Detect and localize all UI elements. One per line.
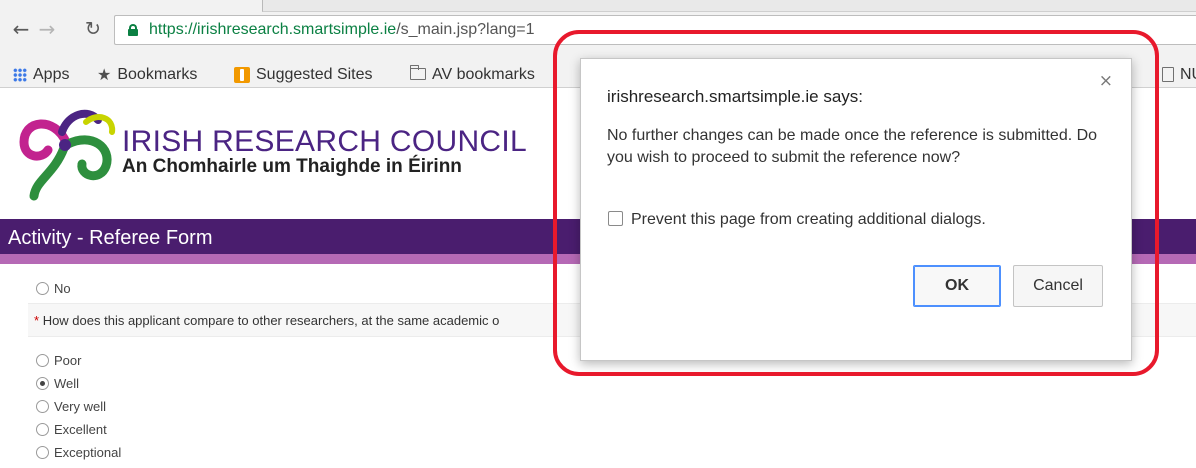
radio-button[interactable] xyxy=(36,423,49,436)
bookmark-apps[interactable]: Apps xyxy=(13,65,69,85)
radio-option-well[interactable]: Well xyxy=(36,375,79,393)
apps-grid-icon xyxy=(13,67,27,82)
radio-option-very-well[interactable]: Very well xyxy=(36,398,106,416)
back-arrow-icon[interactable]: ← xyxy=(10,18,32,40)
confirm-dialog: irishresearch.smartsimple.ie says: × No … xyxy=(580,58,1132,361)
radio-option-no[interactable]: No xyxy=(36,280,71,298)
radio-option-excellent[interactable]: Excellent xyxy=(36,421,107,439)
page-icon xyxy=(1162,67,1174,83)
org-name: IRISH RESEARCH COUNCIL xyxy=(122,125,527,158)
dialog-message: No further changes can be made once the … xyxy=(607,127,1098,166)
radio-button[interactable] xyxy=(36,354,49,367)
tab-strip xyxy=(0,0,1196,12)
radio-button[interactable] xyxy=(36,282,49,295)
bookmark-nu[interactable]: NU xyxy=(1162,65,1196,85)
ok-button[interactable]: OK xyxy=(913,265,1001,307)
url-text: https://irishresearch.smartsimple.ie/s_m… xyxy=(149,21,535,38)
prevent-dialogs-label: Prevent this page from creating addition… xyxy=(631,211,986,228)
irc-logo xyxy=(14,102,124,206)
close-icon[interactable]: × xyxy=(1099,71,1113,91)
address-bar[interactable]: https://irishresearch.smartsimple.ie/s_m… xyxy=(114,15,1196,45)
suggested-sites-icon xyxy=(234,66,250,83)
lock-icon xyxy=(128,24,138,36)
question-label: * How does this applicant compare to oth… xyxy=(34,313,500,328)
star-icon: ★ xyxy=(97,65,112,84)
bookmark-bookmarks[interactable]: ★ Bookmarks xyxy=(97,65,197,85)
bookmark-suggested-sites[interactable]: Suggested Sites xyxy=(234,65,373,85)
irc-logo-icon xyxy=(19,109,116,201)
radio-option-poor[interactable]: Poor xyxy=(36,352,81,370)
browser-toolbar: ← → ↻ https://irishresearch.smartsimple.… xyxy=(0,12,1196,62)
radio-option-exceptional[interactable]: Exceptional xyxy=(36,444,121,462)
bookmark-av-bookmarks[interactable]: AV bookmarks xyxy=(409,64,535,85)
page-title: Activity - Referee Form xyxy=(8,227,213,249)
radio-button[interactable] xyxy=(36,400,49,413)
reload-icon[interactable]: ↻ xyxy=(82,18,104,40)
radio-button[interactable] xyxy=(36,446,49,459)
radio-button-selected[interactable] xyxy=(36,377,49,390)
prevent-dialogs-option[interactable]: Prevent this page from creating addition… xyxy=(608,211,986,229)
forward-arrow-icon[interactable]: → xyxy=(36,18,58,40)
dialog-title: irishresearch.smartsimple.ie says: xyxy=(607,87,864,106)
cancel-button[interactable]: Cancel xyxy=(1013,265,1103,307)
org-name-irish: An Chomhairle um Thaighde in Éirinn xyxy=(122,156,462,177)
browser-tab[interactable] xyxy=(262,0,1196,12)
prevent-dialogs-checkbox[interactable] xyxy=(608,211,623,226)
folder-icon xyxy=(409,64,426,80)
